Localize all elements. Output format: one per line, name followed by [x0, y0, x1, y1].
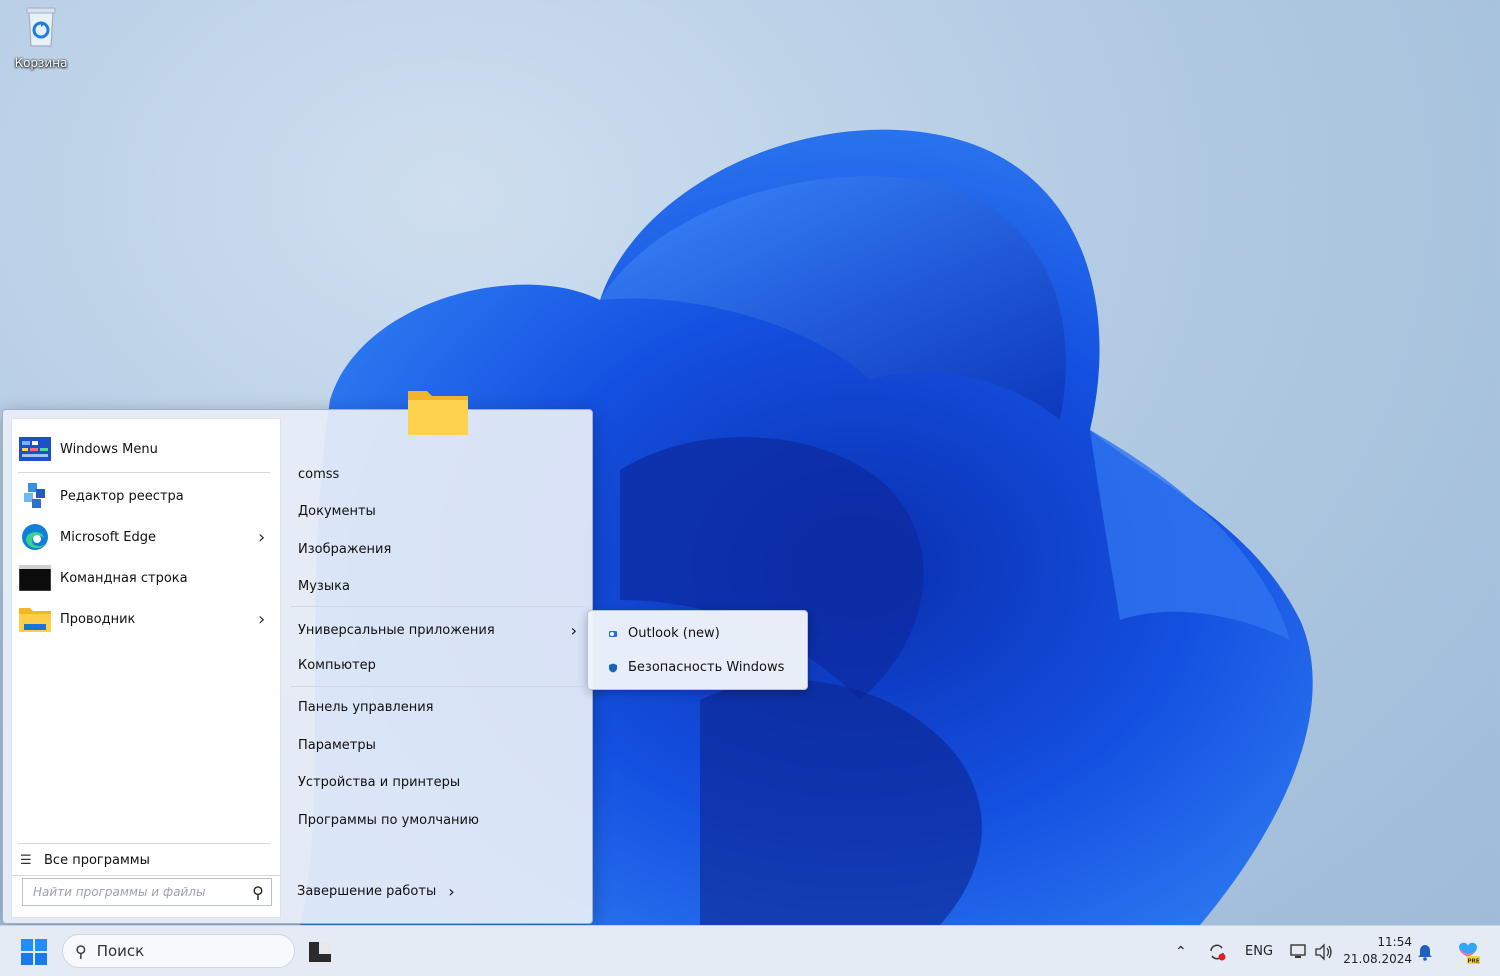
program-search-input[interactable]	[23, 880, 245, 904]
submenu-item-label: Outlook (new)	[628, 626, 720, 641]
place-item-documents[interactable]: Документы	[298, 504, 583, 519]
submenu-item-label: Безопасность Windows	[628, 660, 785, 675]
submenu-item-outlook[interactable]: Outlook (new)	[608, 626, 720, 641]
place-item-control-panel[interactable]: Панель управления	[298, 700, 583, 715]
pinned-item-label: Командная строка	[60, 570, 188, 586]
pinned-item-command-prompt[interactable]: Командная строка	[18, 558, 274, 598]
search-icon: ⚲	[75, 941, 87, 961]
place-item-pictures[interactable]: Изображения	[298, 542, 583, 557]
divider	[12, 875, 280, 876]
place-label: comss	[298, 467, 340, 482]
all-programs-label: Все программы	[44, 852, 150, 868]
copilot-badge: PRE	[1467, 958, 1479, 964]
terminal-app-icon[interactable]	[307, 939, 333, 965]
search-icon[interactable]: ⚲	[245, 883, 271, 902]
divider	[18, 843, 270, 844]
clock-time: 11:54	[1377, 935, 1412, 949]
place-label: Универсальные приложения	[298, 623, 495, 638]
pinned-item-registry-editor[interactable]: Редактор реестра	[18, 476, 274, 516]
place-label: Устройства и принтеры	[298, 775, 461, 790]
place-label: Изображения	[298, 542, 392, 557]
place-item-devices-printers[interactable]: Устройства и принтеры	[298, 775, 583, 790]
system-tray: ⌃ ENG 11:54 21.08.2024 PRE	[1165, 926, 1500, 976]
place-item-default-programs[interactable]: Программы по умолчанию	[298, 813, 583, 828]
places-pane: comss Документы Изображения Музыка Униве…	[289, 391, 589, 923]
recycle-bin[interactable]: Корзина	[8, 4, 74, 70]
place-label: Компьютер	[298, 658, 376, 673]
chevron-right-icon[interactable]: ›	[448, 882, 454, 901]
windows-security-icon	[609, 663, 617, 672]
divider	[291, 686, 585, 687]
chevron-right-icon: ›	[570, 621, 577, 640]
taskbar-search-box[interactable]: ⚲ Поиск	[62, 934, 295, 968]
pinned-item-file-explorer[interactable]: Проводник ›	[18, 599, 274, 639]
place-label: Музыка	[298, 579, 350, 594]
taskbar-search-label: Поиск	[96, 942, 145, 960]
place-label: Параметры	[298, 738, 376, 753]
place-item-universal-apps[interactable]: Универсальные приложения ›	[298, 621, 583, 640]
command-prompt-icon	[18, 563, 52, 593]
place-label: Панель управления	[298, 700, 434, 715]
divider	[18, 472, 270, 473]
pinned-item-label: Microsoft Edge	[60, 529, 157, 545]
language-indicator[interactable]: ENG	[1245, 926, 1273, 976]
pinned-item-windows-menu[interactable]: Windows Menu	[18, 429, 274, 469]
all-programs-button[interactable]: ☰ Все программы	[20, 849, 270, 871]
sync-icon[interactable]	[1207, 926, 1227, 976]
pinned-item-microsoft-edge[interactable]: Microsoft Edge ›	[18, 517, 274, 557]
divider	[291, 606, 585, 607]
place-item-music[interactable]: Музыка	[298, 579, 583, 594]
recycle-bin-label: Корзина	[14, 56, 68, 70]
chevron-up-icon[interactable]: ⌃	[1175, 926, 1187, 976]
place-label: Документы	[298, 504, 376, 519]
chevron-right-icon[interactable]: ›	[258, 527, 274, 548]
submenu-item-windows-security[interactable]: Безопасность Windows	[608, 660, 784, 675]
place-item-computer[interactable]: Компьютер	[298, 658, 583, 673]
list-icon: ☰	[20, 852, 32, 868]
clock-date: 21.08.2024	[1343, 952, 1412, 966]
pinned-item-label: Редактор реестра	[60, 488, 184, 504]
windows-menu-icon	[18, 434, 52, 464]
place-item-settings[interactable]: Параметры	[298, 738, 583, 753]
windows-start-icon[interactable]	[20, 938, 48, 966]
clock[interactable]: 11:54 21.08.2024	[1343, 934, 1412, 968]
chevron-right-icon[interactable]: ›	[258, 609, 274, 630]
taskbar: ⚲ Поиск ⌃ ENG 11:54 21.08.2024 PRE	[0, 925, 1500, 976]
place-item-comss[interactable]: comss	[298, 467, 583, 482]
start-menu: Windows Menu Редактор реестра Microsoft …	[2, 391, 593, 924]
pinned-apps-pane: Windows Menu Редактор реестра Microsoft …	[11, 418, 281, 918]
file-explorer-icon	[18, 604, 52, 634]
outlook-icon	[609, 630, 617, 637]
program-search-box[interactable]: ⚲	[22, 878, 272, 906]
pinned-item-label: Проводник	[60, 611, 136, 627]
volume-icon[interactable]	[1314, 926, 1334, 976]
network-icon[interactable]	[1289, 926, 1309, 976]
recycle-bin-icon	[26, 7, 56, 47]
universal-apps-submenu: Outlook (new) Безопасность Windows	[587, 610, 808, 690]
registry-editor-icon	[18, 481, 52, 511]
copilot-icon[interactable]: PRE	[1455, 926, 1481, 976]
user-folder-icon[interactable]	[407, 388, 469, 436]
pinned-item-label: Windows Menu	[60, 441, 158, 457]
shutdown-button[interactable]: Завершение работы ›	[297, 882, 455, 901]
edge-icon	[18, 522, 52, 552]
place-label: Программы по умолчанию	[298, 813, 479, 828]
notification-bell-icon[interactable]	[1417, 926, 1433, 976]
shutdown-label: Завершение работы	[297, 884, 437, 899]
